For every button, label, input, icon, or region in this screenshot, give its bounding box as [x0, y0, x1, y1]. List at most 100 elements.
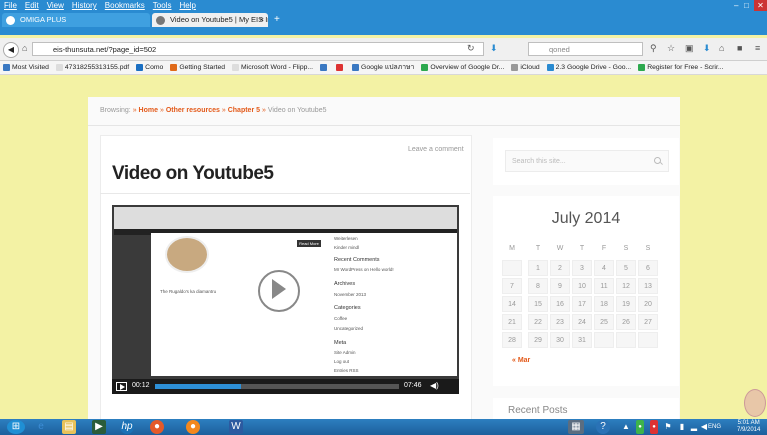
hp-icon[interactable]: hp — [120, 420, 134, 434]
volume-icon[interactable]: ◀) — [430, 381, 439, 390]
reload-icon[interactable]: ↻ — [467, 43, 475, 54]
calendar-day: 10 — [572, 278, 592, 294]
play-icon[interactable] — [272, 279, 286, 299]
breadcrumb-other-resources[interactable]: Other resources — [166, 107, 220, 114]
leave-comment-link[interactable]: Leave a comment — [408, 146, 464, 153]
taskbar-clock[interactable]: 5:01 AM 7/9/2014 — [737, 420, 760, 434]
video-side-item: Site Admin — [334, 350, 356, 355]
help-icon[interactable]: ? — [596, 420, 610, 434]
language-indicator[interactable]: ENG — [708, 424, 721, 430]
bookmark-item[interactable]: Register for Free - Scrir... — [638, 63, 724, 71]
bookmark-item[interactable]: 2.3 Google Drive - Goo... — [546, 63, 631, 71]
minimize-icon[interactable]: – — [734, 0, 738, 11]
tray-app-icon[interactable]: ● — [636, 420, 644, 434]
tab-omiga-plus[interactable]: OMIGA PLUS — [2, 13, 150, 27]
video-side-item: Weiterlesen — [334, 236, 358, 241]
maximize-icon[interactable]: □ — [744, 0, 749, 11]
bookmark-item[interactable] — [320, 63, 329, 71]
tray-security-icon[interactable]: ● — [650, 420, 658, 434]
calendar-day: 23 — [550, 314, 570, 330]
bookmark-item[interactable]: Google แปลภาษา — [352, 63, 415, 71]
calendar-day: 15 — [528, 296, 548, 312]
user-avatar[interactable] — [744, 389, 766, 417]
menu-bookmarks[interactable]: Bookmarks — [105, 1, 145, 10]
calendar-day: 24 — [572, 314, 592, 330]
back-button[interactable]: ◀ — [3, 42, 19, 58]
post-title: Video on Youtube5 — [112, 163, 274, 184]
flag-icon[interactable]: ⚑ — [664, 420, 672, 434]
breadcrumb-separator: » — [132, 107, 137, 114]
new-tab-button[interactable]: + — [274, 14, 280, 25]
bookmark-label: iCloud — [520, 64, 540, 71]
video-side-heading: Categories — [334, 305, 361, 311]
firefox-active-icon[interactable]: ● — [186, 420, 200, 434]
signal-icon[interactable]: ▂ — [690, 420, 698, 434]
calendar-prev-link[interactable]: « Mar — [512, 357, 530, 364]
menu-tools[interactable]: Tools — [153, 1, 172, 10]
breadcrumb-chapter-5[interactable]: Chapter 5 — [228, 107, 260, 114]
battery-icon[interactable]: ▮ — [678, 420, 686, 434]
menu-bar: File Edit View History Bookmarks Tools Help — [0, 0, 767, 11]
menu-icon[interactable]: ≡ — [755, 43, 760, 53]
bookmark-label: Google แปลภาษา — [361, 64, 415, 71]
bookmark-item[interactable]: Microsoft Word - Flipp... — [232, 63, 313, 71]
bookmark-label: Most Visited — [12, 64, 49, 71]
menu-view[interactable]: View — [47, 1, 64, 10]
bookmark-icon — [136, 63, 144, 71]
bookmark-item[interactable]: Getting Started — [170, 63, 226, 71]
close-window-icon[interactable]: ✕ — [754, 0, 767, 11]
tab-video-youtube5[interactable]: Video on Youtube5 | My EIS Inn... × — [152, 13, 268, 27]
volume-tray-icon[interactable]: ◀ — [700, 420, 708, 434]
tab-close-icon[interactable]: × — [260, 13, 264, 27]
bookmark-item[interactable] — [336, 63, 345, 71]
calendar-day: 16 — [550, 296, 570, 312]
bookmark-item[interactable]: Most Visited — [3, 63, 49, 71]
bookmarks-bar: Most Visited 47318255313155.pdf Como Gettin… — [0, 61, 767, 75]
tray-arrow-icon[interactable]: ▲ — [622, 420, 630, 434]
video-duration: 07:46 — [404, 382, 422, 389]
play-button[interactable] — [116, 382, 127, 391]
menu-edit[interactable]: Edit — [25, 1, 39, 10]
divider — [100, 193, 470, 194]
bookmark-icon — [352, 63, 360, 71]
bookmark-item[interactable]: Overview of Google Dr... — [421, 63, 504, 71]
start-button[interactable]: ⊞ — [7, 420, 25, 434]
home-icon[interactable]: ⌂ — [22, 43, 27, 53]
firefox-icon[interactable]: ● — [150, 420, 164, 434]
video-side-item: November 2013 — [334, 292, 367, 297]
calendar-day: 28 — [502, 332, 522, 348]
home-page-icon[interactable]: ⌂ — [719, 43, 724, 53]
internet-explorer-icon[interactable]: e — [34, 420, 48, 434]
calendar-day: 30 — [550, 332, 570, 348]
file-explorer-icon[interactable]: ▤ — [62, 420, 76, 434]
bookmark-item[interactable]: Como — [136, 63, 163, 71]
search-bar[interactable]: qoned — [528, 42, 643, 56]
video-side-heading: Meta — [334, 340, 347, 346]
search-icon[interactable] — [654, 157, 661, 164]
video-side-item: Log out — [334, 359, 350, 364]
word-icon[interactable]: W — [229, 420, 243, 434]
calendar-day: 19 — [616, 296, 636, 312]
clipboard-icon[interactable]: ▣ — [685, 43, 694, 54]
url-text: eis-thunsuta.net/?page_id=502 — [53, 45, 157, 54]
downloads-icon[interactable]: ⬇ — [703, 43, 711, 54]
addon-icon[interactable]: ■ — [737, 43, 742, 53]
calendar-day: 4 — [594, 260, 614, 276]
site-search-input[interactable]: Search this site... — [505, 150, 669, 172]
bookmark-label: Getting Started — [179, 64, 226, 71]
bookmark-item[interactable]: iCloud — [511, 63, 540, 71]
breadcrumb-home[interactable]: Home — [139, 107, 158, 114]
bookmark-star-icon[interactable]: ☆ — [667, 43, 675, 54]
video-side-item: Kinder mindl — [334, 245, 360, 250]
search-go-icon[interactable]: ⚲ — [650, 43, 657, 54]
breadcrumb-current: Video on Youtube5 — [267, 107, 327, 114]
bookmark-item[interactable]: 47318255313155.pdf — [55, 63, 129, 71]
calendar-day: 14 — [502, 296, 522, 312]
download-icon[interactable]: ⬇ — [490, 43, 498, 54]
url-bar[interactable]: eis-thunsuta.net/?page_id=502 — [32, 42, 484, 56]
menu-history[interactable]: History — [72, 1, 97, 10]
menu-file[interactable]: File — [4, 1, 17, 10]
media-icon[interactable]: ▶ — [92, 420, 106, 434]
keyboard-icon[interactable]: ▦ — [568, 420, 584, 434]
menu-help[interactable]: Help — [179, 1, 195, 10]
